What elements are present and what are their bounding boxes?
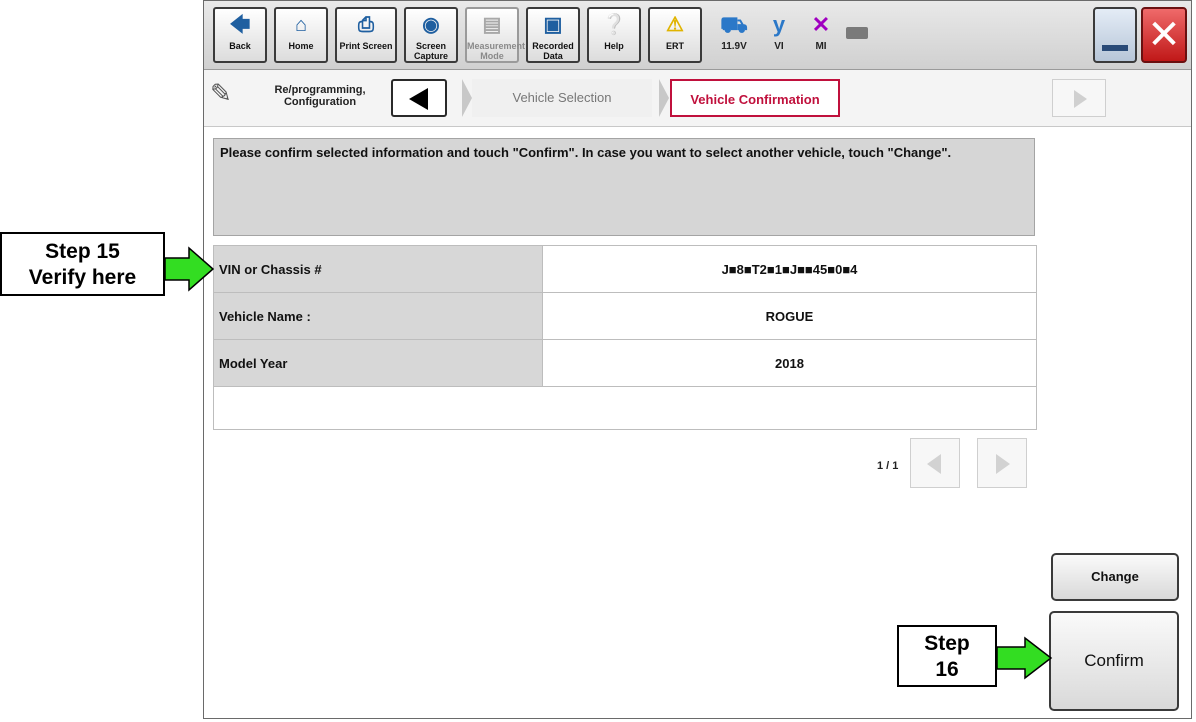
home-button-label: Home xyxy=(288,41,314,51)
vin-label: VIN or Chassis # xyxy=(213,245,543,293)
measurement-mode-button[interactable]: ▤ Measurement Mode xyxy=(465,7,526,63)
ert-button[interactable]: ⚠ ERT xyxy=(648,7,702,63)
breadcrumb: ✎ Re/programming, Configuration Vehicle … xyxy=(204,70,1191,127)
table-row: Vehicle Name : ROGUE xyxy=(213,292,1037,340)
close-icon: ✕ xyxy=(1147,13,1181,57)
ert-label: ERT xyxy=(666,41,684,51)
step15-line2: Verify here xyxy=(28,266,137,289)
step16-arrow-icon xyxy=(996,636,1053,680)
back-button-label: Back xyxy=(229,41,251,51)
recorded-data-button[interactable]: ▣ Recorded Data xyxy=(526,7,580,63)
page-next-button[interactable] xyxy=(977,438,1027,488)
back-button[interactable]: 🡄 Back xyxy=(213,7,267,63)
section-title: Re/programming, Configuration xyxy=(274,84,366,108)
table-row: Model Year 2018 xyxy=(213,339,1037,387)
help-button[interactable]: ❔ Help xyxy=(587,7,641,63)
help-label: Help xyxy=(604,41,624,51)
toolbar: 🡄 Back ⌂ Home ⎙ Print Screen ◉ Screen Ca… xyxy=(204,1,1191,70)
reprogramming-icon: ✎ xyxy=(210,78,232,108)
empty-cell xyxy=(213,386,1037,430)
recorded-data-label: Recorded Data xyxy=(532,41,574,61)
battery-status: ⛟ 11.9V xyxy=(710,9,758,52)
vehicle-name-value: ROGUE xyxy=(542,292,1037,340)
signal-icon: y xyxy=(772,12,786,37)
model-year-label: Model Year xyxy=(213,339,543,387)
home-icon: ⌂ xyxy=(294,14,308,36)
chevron-icon xyxy=(462,79,472,117)
crumb-vehicle-selection[interactable]: Vehicle Selection xyxy=(472,79,652,117)
step-16-callout: Step 16 xyxy=(897,625,997,687)
change-button[interactable]: Change xyxy=(1051,553,1179,601)
model-year-value: 2018 xyxy=(542,339,1037,387)
x-mark-icon: ✕ xyxy=(811,12,831,37)
battery-voltage: 11.9V xyxy=(721,41,747,52)
mi-label: MI xyxy=(815,41,827,52)
car-icon: ⛟ xyxy=(720,12,748,37)
breadcrumb-forward-button[interactable] xyxy=(1052,79,1106,117)
home-button[interactable]: ⌂ Home xyxy=(274,7,328,63)
table-row: VIN or Chassis # J■8■T2■1■J■■45■0■4 xyxy=(213,245,1037,293)
step15-arrow-icon xyxy=(164,246,215,292)
table-row-empty xyxy=(213,386,1037,430)
step15-line1: Step 15 xyxy=(45,240,120,263)
printer-icon: ⎙ xyxy=(358,14,374,36)
vi-label: VI xyxy=(774,41,784,52)
device-indicator-icon xyxy=(846,27,868,39)
step-15-callout: Step 15 Verify here xyxy=(0,232,165,296)
vehicle-name-label: Vehicle Name : xyxy=(213,292,543,340)
camera-icon: ◉ xyxy=(422,14,440,36)
app-window: 🡄 Back ⌂ Home ⎙ Print Screen ◉ Screen Ca… xyxy=(203,0,1192,719)
close-button[interactable]: ✕ xyxy=(1141,7,1187,63)
step16-line2: 16 xyxy=(935,658,959,681)
back-arrow-icon: 🡄 xyxy=(229,14,251,36)
measurement-mode-label: Measurement Mode xyxy=(467,41,526,61)
screen-capture-label: Screen Capture xyxy=(413,41,448,61)
print-screen-label: Print Screen xyxy=(339,41,393,51)
screen-capture-button[interactable]: ◉ Screen Capture xyxy=(404,7,458,63)
vehicle-info-table: VIN or Chassis # J■8■T2■1■J■■45■0■4 Vehi… xyxy=(213,245,1037,430)
crumb-vehicle-confirmation: Vehicle Confirmation xyxy=(670,79,840,117)
measurement-icon: ▤ xyxy=(482,14,502,36)
confirm-button[interactable]: Confirm xyxy=(1049,611,1179,711)
recorded-data-icon: ▣ xyxy=(543,14,563,36)
warning-icon: ⚠ xyxy=(666,14,684,36)
vi-status: y VI xyxy=(762,9,796,52)
page-indicator: 1 / 1 xyxy=(877,460,899,472)
mi-status: ✕ MI xyxy=(804,9,838,52)
print-screen-button[interactable]: ⎙ Print Screen xyxy=(335,7,397,63)
minimize-button[interactable] xyxy=(1093,7,1137,63)
help-icon: ❔ xyxy=(601,14,627,36)
instruction-message: Please confirm selected information and … xyxy=(213,138,1035,236)
chevron-icon xyxy=(659,79,669,117)
page-prev-button[interactable] xyxy=(910,438,960,488)
vin-value: J■8■T2■1■J■■45■0■4 xyxy=(542,245,1037,293)
breadcrumb-back-button[interactable] xyxy=(391,79,447,117)
step16-line1: Step xyxy=(924,632,970,655)
